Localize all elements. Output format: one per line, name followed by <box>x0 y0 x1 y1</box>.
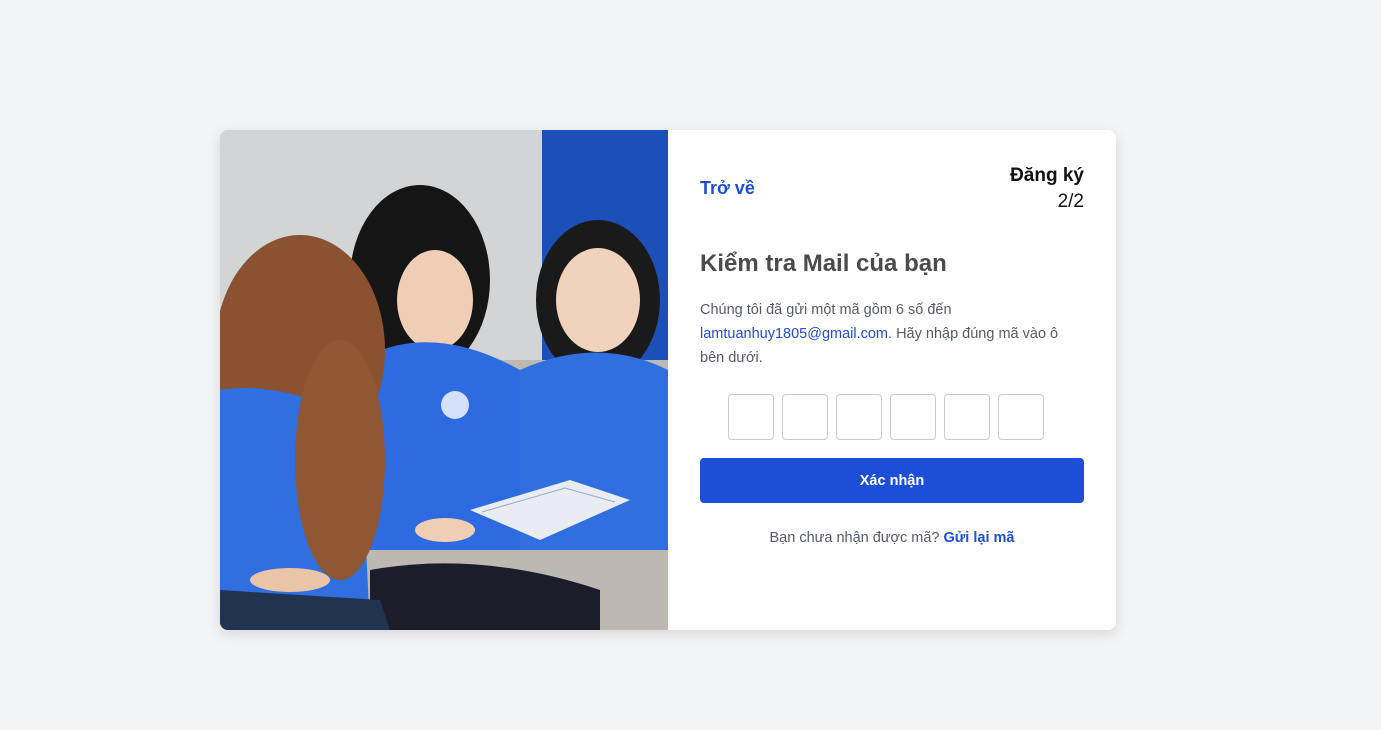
resend-code-link[interactable]: Gửi lại mã <box>944 530 1015 546</box>
otp-digit-5[interactable] <box>944 394 990 440</box>
step-count: 2/2 <box>1057 191 1084 212</box>
students-photo <box>220 130 668 630</box>
otp-input-group <box>728 394 1044 440</box>
students-illustration <box>220 130 668 630</box>
otp-digit-3[interactable] <box>836 394 882 440</box>
verify-form-panel: Trở về Đăng ký 2/2 Kiểm tra Mail của bạn… <box>668 130 1116 630</box>
confirm-button[interactable]: Xác nhận <box>700 458 1084 503</box>
step-indicator: Đăng ký 2/2 <box>1010 164 1084 216</box>
email-address: lamtuanhuy1805@gmail.com <box>700 326 889 342</box>
page-title: Kiểm tra Mail của bạn <box>700 250 947 277</box>
instruction-text: Chúng tôi đã gửi một mã gồm 6 số đến lam… <box>700 298 1084 370</box>
otp-digit-1[interactable] <box>728 394 774 440</box>
register-card: Trở về Đăng ký 2/2 Kiểm tra Mail của bạn… <box>220 130 1116 630</box>
otp-digit-6[interactable] <box>998 394 1044 440</box>
instruction-prefix: Chúng tôi đã gửi một mã gồm 6 số đến <box>700 302 952 318</box>
otp-digit-4[interactable] <box>890 394 936 440</box>
otp-digit-2[interactable] <box>782 394 828 440</box>
back-link[interactable]: Trở về <box>700 178 755 199</box>
resend-prompt: Bạn chưa nhận được mã? <box>769 530 940 546</box>
step-title: Đăng ký <box>1010 165 1084 186</box>
resend-row: Bạn chưa nhận được mã? Gửi lại mã <box>700 530 1084 546</box>
